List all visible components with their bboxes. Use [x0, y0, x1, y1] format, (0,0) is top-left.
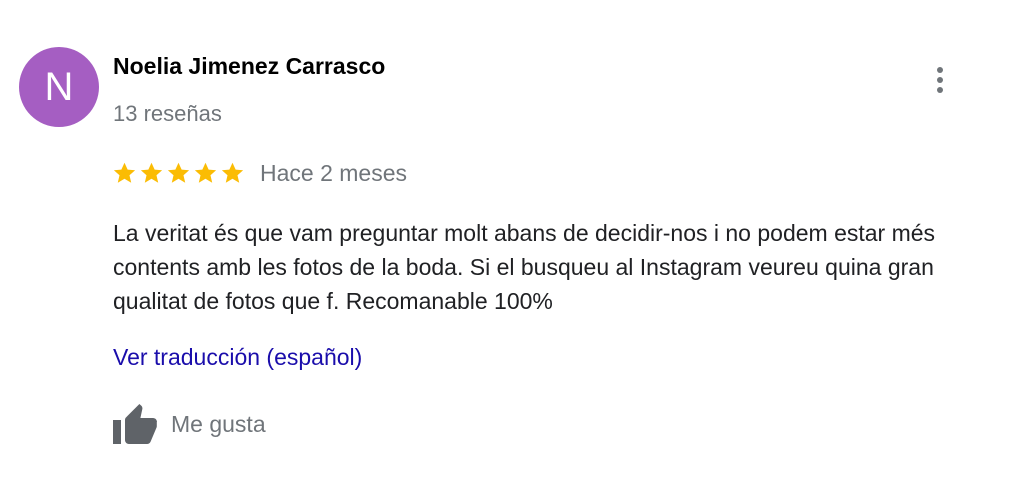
more-vert-icon-dot	[937, 87, 943, 93]
star-rating	[111, 160, 246, 186]
more-vert-icon	[937, 67, 943, 73]
star-icon	[113, 162, 136, 183]
rating-row: Hace 2 meses	[111, 158, 407, 188]
star-icon	[221, 162, 244, 183]
translate-link[interactable]: Ver traducción (español)	[113, 344, 362, 371]
review-count[interactable]: 13 reseñas	[113, 101, 222, 127]
star-icon	[167, 162, 190, 183]
like-button[interactable]: Me gusta	[111, 402, 266, 446]
star-icon	[140, 162, 163, 183]
review-date: Hace 2 meses	[260, 159, 408, 186]
author-name[interactable]: Noelia Jimenez Carrasco	[113, 53, 385, 80]
more-options-button[interactable]	[922, 60, 958, 100]
avatar[interactable]: N	[19, 47, 99, 127]
thumbs-up-icon	[113, 404, 157, 444]
avatar-initial: N	[44, 65, 74, 109]
review-text: La veritat és que vam preguntar molt aba…	[113, 220, 936, 314]
more-vert-icon-dot	[937, 77, 943, 83]
star-icon	[194, 162, 217, 183]
like-label: Me gusta	[171, 410, 266, 437]
review-card: N Noelia Jimenez Carrasco 13 reseñas Hac…	[0, 0, 1016, 500]
